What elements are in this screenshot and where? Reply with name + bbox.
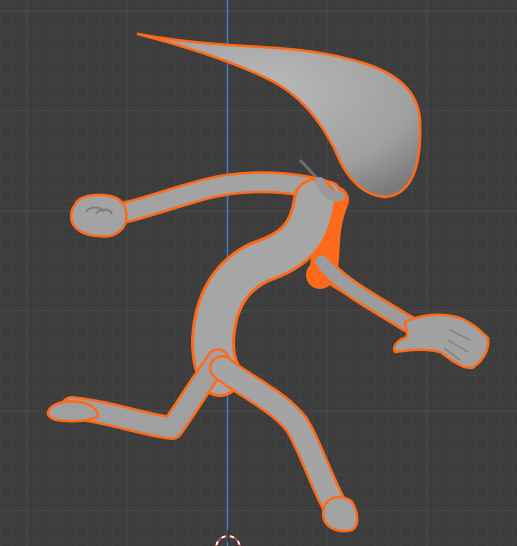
viewport-canvas[interactable] (0, 0, 517, 546)
front-foot (321, 495, 359, 533)
back-foot (46, 400, 100, 423)
3d-viewport[interactable] (0, 0, 517, 546)
left-hand (69, 193, 128, 238)
